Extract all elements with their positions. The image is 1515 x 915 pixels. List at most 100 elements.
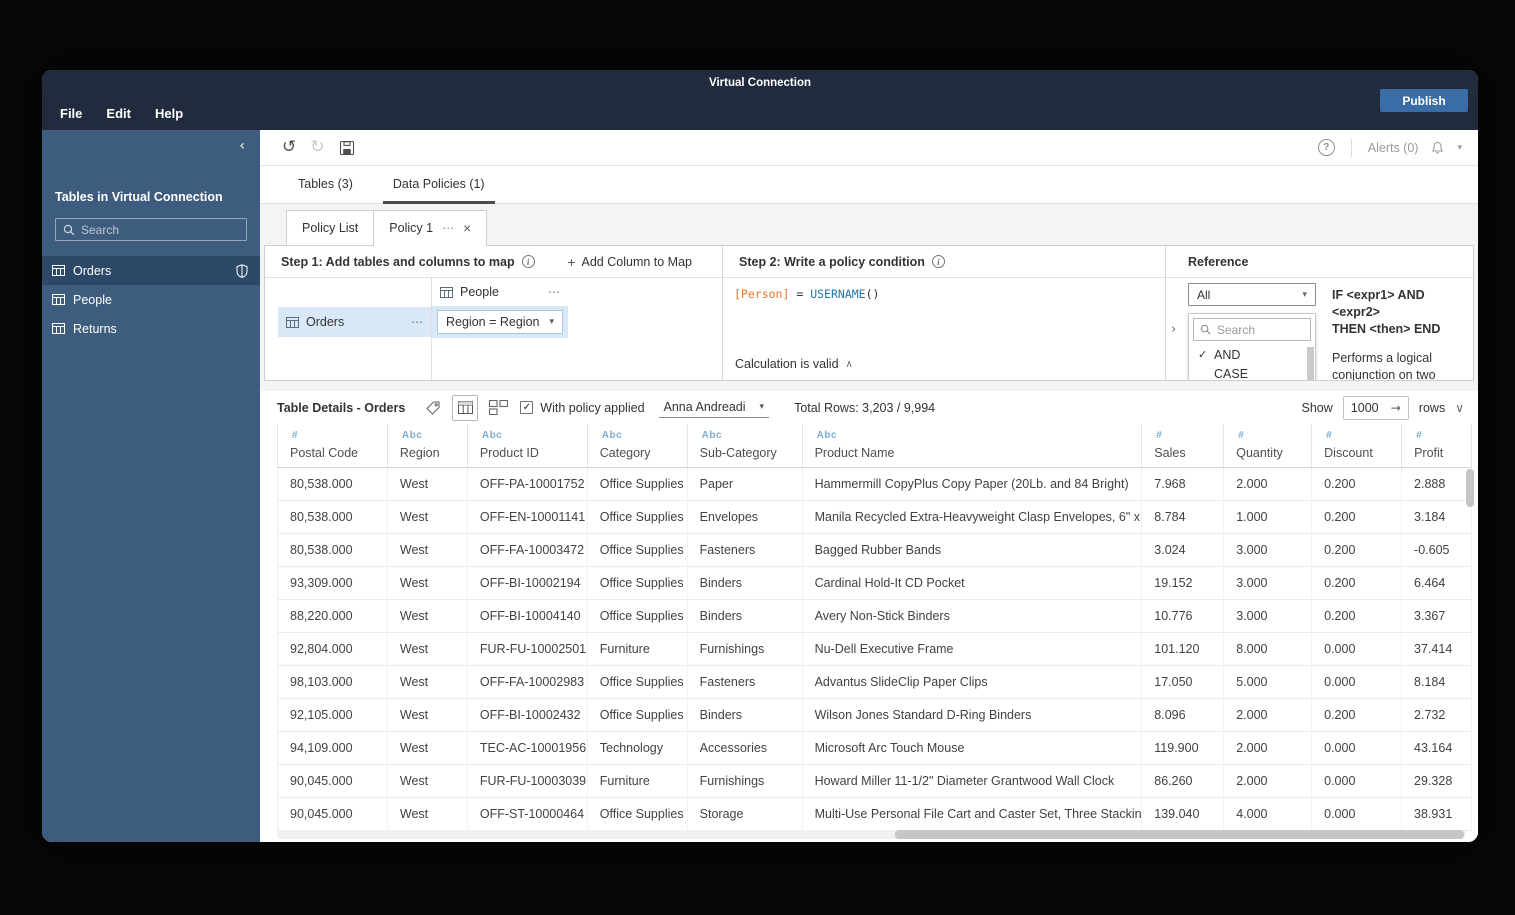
sidebar-item-people[interactable]: People (42, 285, 260, 314)
cell: TEC-AC-10001956 (468, 732, 588, 764)
tab-policy-1[interactable]: Policy 1 ⋯ × (374, 210, 488, 246)
alerts-label[interactable]: Alerts (0) (1368, 141, 1419, 155)
column-header-discount[interactable]: # Discount (1312, 424, 1403, 467)
menu-help[interactable]: Help (155, 106, 183, 121)
row-count-input[interactable] (1350, 400, 1385, 415)
scrollbar-thumb[interactable] (1307, 347, 1314, 380)
caret-down-icon: ▾ (759, 402, 765, 412)
tab-data-policies[interactable]: Data Policies (1) (382, 166, 495, 204)
check-icon: ✓ (1198, 348, 1208, 361)
reference-detail: IF <expr1> AND <expr2> THEN <then> END P… (1316, 283, 1463, 380)
cell: Office Supplies (588, 567, 688, 599)
table-row[interactable]: 80,538.000 West OFF-EN-10001141 Office Supp… (277, 501, 1472, 534)
reference-search[interactable] (1193, 318, 1311, 341)
redo-icon[interactable]: ↻ (310, 139, 324, 156)
table-menu-icon[interactable]: ⋯ (411, 315, 423, 329)
cell: 6.464 (1402, 567, 1472, 599)
policy-condition-editor[interactable]: [Person] = USERNAME() Calculation is val… (723, 278, 1165, 380)
cell: OFF-BI-10004140 (468, 600, 588, 632)
publish-button[interactable]: Publish (1380, 89, 1468, 112)
table-row[interactable]: 80,538.000 West OFF-FA-10003472 Office Supp… (277, 534, 1472, 567)
tab-policy-list[interactable]: Policy List (286, 210, 375, 246)
vertical-scrollbar-thumb[interactable] (1466, 469, 1474, 507)
column-header-sub-category[interactable]: Abc Sub-Category (688, 424, 803, 467)
table-menu-icon[interactable]: ⋯ (548, 285, 560, 299)
tag-icon[interactable] (425, 400, 441, 416)
cell: 90,045.000 (278, 798, 388, 830)
column-header-category[interactable]: Abc Category (588, 424, 688, 467)
alerts-caret-icon[interactable]: ▾ (1457, 143, 1462, 153)
grid-view-button[interactable] (452, 394, 479, 421)
column-header-region[interactable]: Abc Region (388, 424, 468, 467)
sidebar-collapse-icon[interactable]: ‹ (239, 138, 245, 154)
undo-icon[interactable]: ↺ (282, 139, 296, 156)
apply-arrow-icon[interactable]: → (1391, 401, 1401, 415)
with-policy-checkbox[interactable]: ✓ (520, 401, 534, 414)
collapse-section-icon[interactable]: ∨ (1455, 401, 1464, 415)
horizontal-scrollbar-thumb[interactable] (895, 830, 1464, 839)
sidebar-search-input[interactable] (81, 222, 239, 237)
table-row[interactable]: 90,045.000 West OFF-ST-10000464 Office Supp… (277, 798, 1472, 831)
calculation-status[interactable]: Calculation is valid ∧ (735, 357, 853, 371)
info-icon[interactable]: i (521, 255, 535, 268)
cell: West (388, 798, 468, 830)
horizontal-scrollbar[interactable] (277, 830, 1466, 839)
policy-tab-close-icon[interactable]: × (463, 221, 471, 235)
policy-tab-menu-icon[interactable]: ⋯ (442, 221, 454, 235)
table-row[interactable]: 93,309.000 West OFF-BI-10002194 Office Supp… (277, 567, 1472, 600)
reference-filter-dropdown[interactable]: All ▾ (1188, 283, 1316, 306)
column-type-icon: # (1416, 430, 1423, 441)
cell: Office Supplies (588, 699, 688, 731)
add-column-button[interactable]: + Add Column to Map (567, 254, 692, 270)
table-row[interactable]: 80,538.000 West OFF-PA-10001752 Office Supp… (277, 468, 1472, 501)
table-row[interactable]: 92,804.000 West FUR-FU-10002501 Furniture Fu… (277, 633, 1472, 666)
reference-dropdown: ✓ANDCASE (1188, 313, 1316, 380)
info-icon[interactable]: i (931, 255, 945, 268)
table-row[interactable]: 90,045.000 West FUR-FU-10003039 Furniture Fu… (277, 765, 1472, 798)
reference-option-and[interactable]: ✓ AND (1189, 345, 1315, 364)
with-policy-label[interactable]: With policy applied (540, 401, 644, 415)
sidebar-search[interactable] (55, 218, 247, 241)
bell-icon[interactable] (1430, 140, 1445, 155)
tab-tables[interactable]: Tables (3) (288, 166, 363, 204)
syntax-line: IF <expr1> AND <expr2> (1332, 288, 1425, 319)
column-header-profit[interactable]: # Profit (1402, 424, 1473, 467)
cell: 0.200 (1312, 699, 1403, 731)
sidebar-item-orders[interactable]: Orders (42, 256, 260, 285)
column-header-product-name[interactable]: Abc Product Name (803, 424, 1143, 467)
cell: 80,538.000 (278, 501, 388, 533)
column-header-quantity[interactable]: # Quantity (1224, 424, 1313, 467)
column-header-postal-code[interactable]: # Postal Code (278, 424, 388, 467)
save-icon[interactable] (339, 140, 355, 156)
map-column-people[interactable]: People ⋯ (432, 278, 568, 306)
menu-edit[interactable]: Edit (106, 106, 131, 121)
cards-view-button[interactable] (489, 400, 509, 415)
reference-option-case[interactable]: CASE (1189, 364, 1315, 381)
cell: West (388, 534, 468, 566)
help-icon[interactable]: ? (1317, 139, 1335, 156)
table-row[interactable]: 88,220.000 West OFF-BI-10004140 Office Supp… (277, 600, 1472, 633)
cell: 92,105.000 (278, 699, 388, 731)
cell: Advantus SlideClip Paper Clips (803, 666, 1143, 698)
column-header-product-id[interactable]: Abc Product ID (468, 424, 588, 467)
cell: 0.000 (1312, 633, 1403, 665)
cell: Howard Miller 11-1/2" Diameter Grantwood… (803, 765, 1143, 797)
mapping-dropdown[interactable]: Region = Region ▾ (437, 310, 563, 334)
preview-user-dropdown[interactable]: Anna Andreadi ▾ (658, 397, 770, 418)
policy-card: Step 1: Add tables and columns to map i … (264, 245, 1474, 381)
column-header-sales[interactable]: # Sales (1142, 424, 1225, 467)
column-type-icon: Abc (816, 430, 837, 441)
expand-panel-icon[interactable]: › (1171, 322, 1176, 337)
cell: Cardinal Hold-It CD Pocket (803, 567, 1143, 599)
plus-icon: + (567, 253, 576, 270)
reference-search-input[interactable] (1217, 322, 1304, 337)
table-row[interactable]: 98,103.000 West OFF-FA-10002983 Office Supp… (277, 666, 1472, 699)
table-row[interactable]: 94,109.000 West TEC-AC-10001956 Technology A… (277, 732, 1472, 765)
details-title: Table Details - Orders (277, 400, 406, 415)
row-count-field[interactable]: → (1342, 395, 1409, 420)
column-type-icon: Abc (401, 430, 423, 441)
sidebar-item-returns[interactable]: Returns (42, 314, 260, 343)
menu-file[interactable]: File (60, 106, 82, 121)
table-row[interactable]: 92,105.000 West OFF-BI-10002432 Office Supp… (277, 699, 1472, 732)
map-row-orders[interactable]: Orders ⋯ (278, 307, 431, 337)
